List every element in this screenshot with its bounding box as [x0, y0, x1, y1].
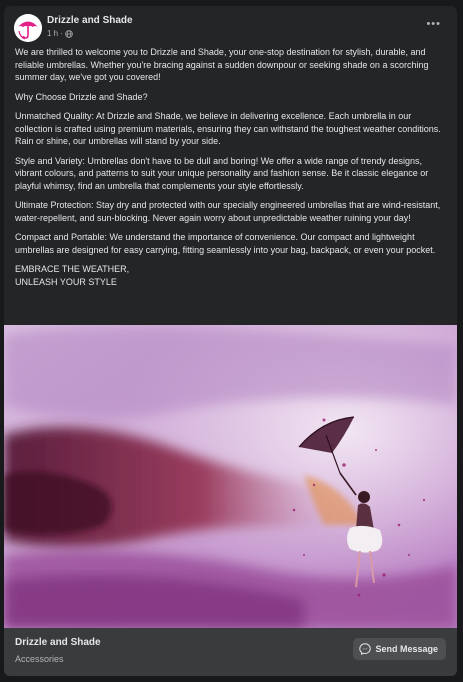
send-message-label: Send Message	[375, 644, 438, 654]
umbrella-girl-illustration	[4, 325, 457, 628]
post-header: Drizzle and Shade 1 h · •••	[4, 6, 457, 42]
more-options-icon[interactable]: •••	[426, 18, 441, 30]
post-paragraph-compact: Compact and Portable: We understand the …	[15, 232, 436, 255]
post-slogan-line1: EMBRACE THE WEATHER,	[15, 264, 130, 274]
messenger-icon	[359, 643, 372, 655]
post-meta: 1 h ·	[47, 29, 73, 38]
post-photo[interactable]	[4, 325, 457, 628]
meta-separator: ·	[60, 29, 63, 38]
page-avatar[interactable]	[14, 14, 42, 42]
footer-page-name[interactable]: Drizzle and Shade	[15, 637, 101, 648]
post-paragraph-style: Style and Variety: Umbrellas don't have …	[15, 155, 429, 191]
post-body: We are thrilled to welcome you to Drizzl…	[15, 46, 447, 288]
page-footer: Drizzle and Shade Accessories Send Messa…	[4, 628, 457, 676]
post-time[interactable]: 1 h	[47, 29, 58, 38]
post-paragraph-intro: We are thrilled to welcome you to Drizzl…	[15, 47, 429, 82]
post-paragraph-protection: Ultimate Protection: Stay dry and protec…	[15, 200, 441, 223]
post-slogan-line2: UNLEASH YOUR STYLE	[15, 276, 117, 287]
post-card: Drizzle and Shade 1 h · ••• We are thril…	[4, 6, 457, 676]
footer-category: Accessories	[15, 654, 64, 664]
send-message-button[interactable]: Send Message	[353, 638, 446, 660]
post-paragraph-heading: Why Choose Drizzle and Shade?	[15, 91, 148, 102]
post-paragraph-quality: Unmatched Quality: At Drizzle and Shade,…	[15, 111, 441, 146]
globe-icon	[65, 29, 73, 38]
umbrella-logo-icon	[14, 14, 42, 42]
page-name[interactable]: Drizzle and Shade	[47, 15, 133, 26]
